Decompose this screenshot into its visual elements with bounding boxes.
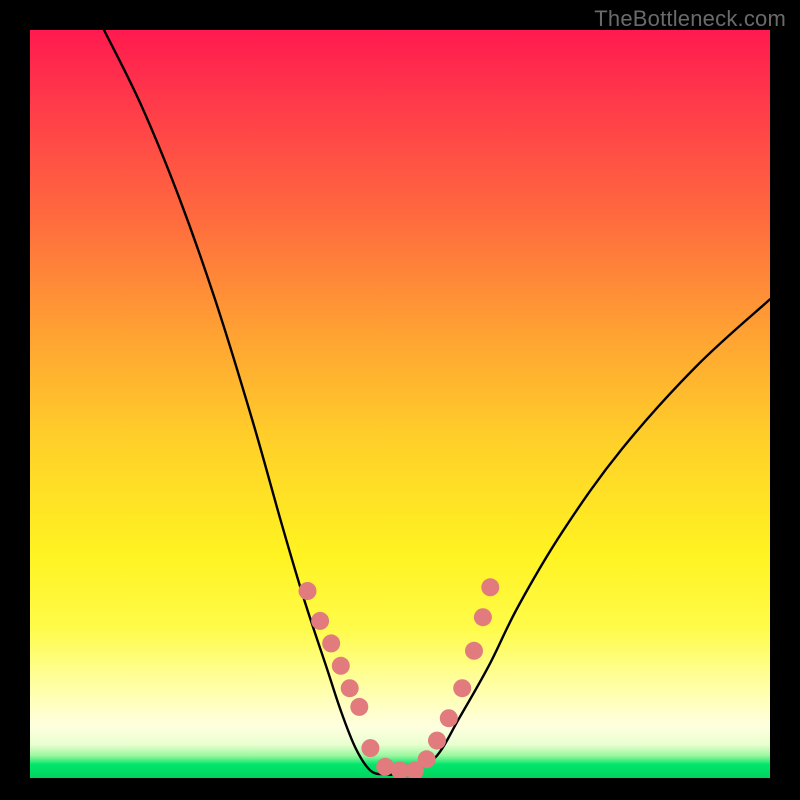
curve-marker [428,732,446,750]
curve-marker [322,634,340,652]
curve-marker [332,657,350,675]
curve-marker [465,642,483,660]
chart-frame: TheBottleneck.com [0,0,800,800]
curve-marker [350,698,368,716]
curve-marker [341,679,359,697]
curve-marker [440,709,458,727]
curve-marker [481,578,499,596]
curve-marker [474,608,492,626]
curve-marker [418,750,436,768]
plot-area [30,30,770,778]
bottleneck-curve [30,30,770,778]
curve-marker [361,739,379,757]
highlight-dots [299,578,500,778]
curve-marker [311,612,329,630]
curve-marker [299,582,317,600]
watermark-text: TheBottleneck.com [594,6,786,32]
curve-marker [453,679,471,697]
